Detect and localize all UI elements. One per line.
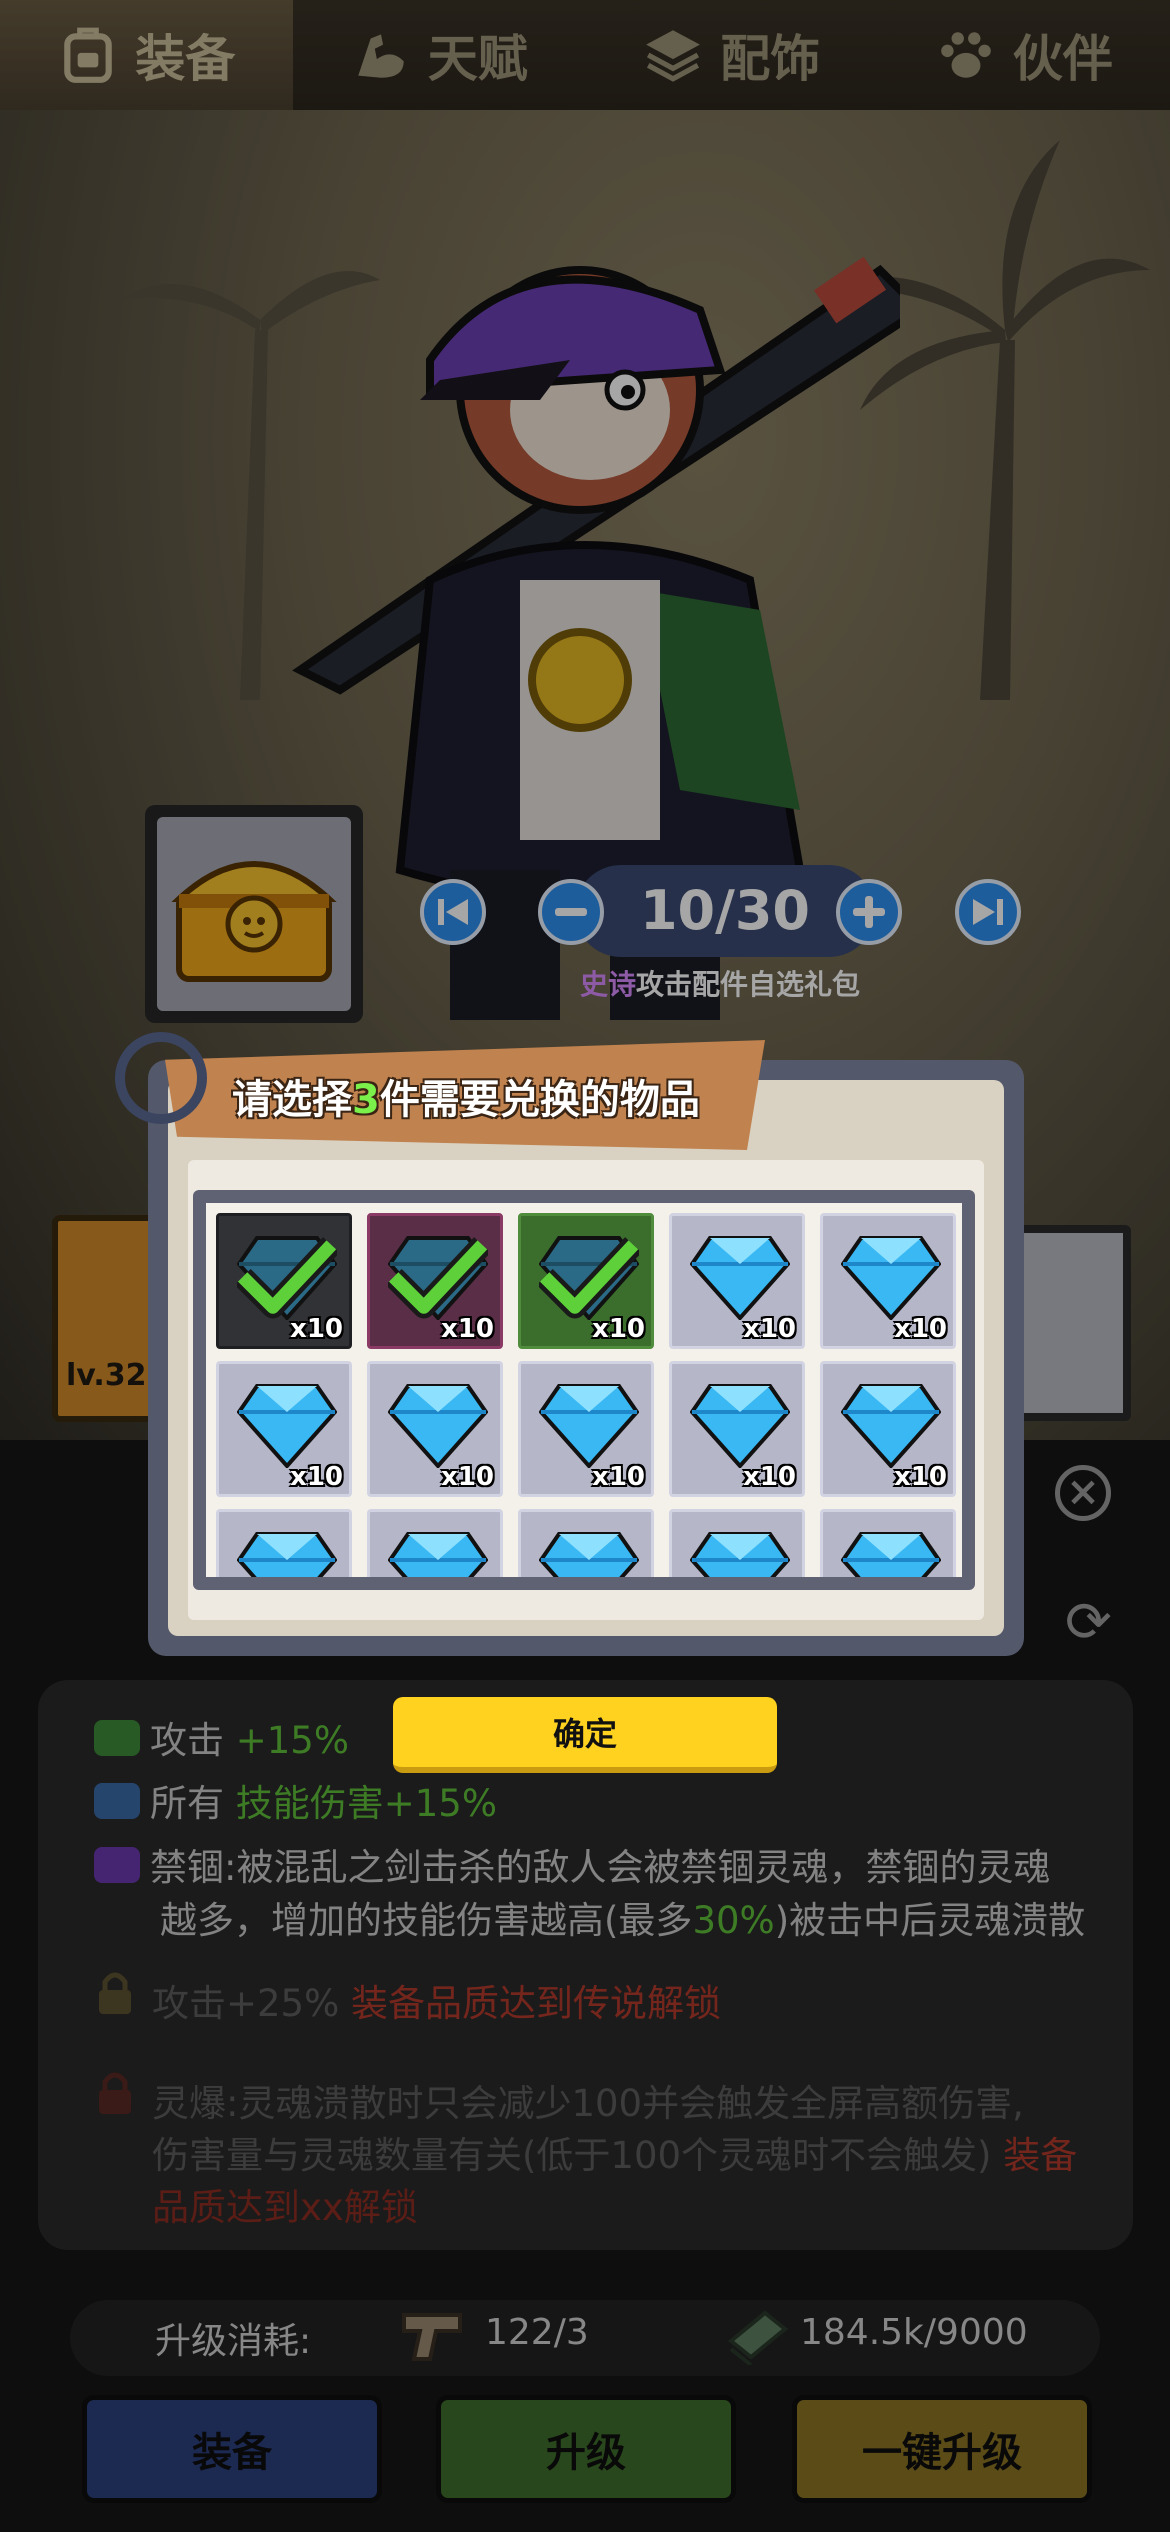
- diamond-gem-icon: [690, 1384, 790, 1468]
- item-quantity: x10: [592, 1314, 645, 1344]
- item-cell[interactable]: [518, 1509, 654, 1577]
- item-cell[interactable]: x10: [216, 1213, 352, 1349]
- checkmark-icon: [539, 1237, 639, 1319]
- popup-ring-decoration: [115, 1032, 207, 1124]
- diamond-gem-icon: [690, 1532, 790, 1577]
- diamond-gem-icon: [690, 1236, 790, 1320]
- diamond-gem-icon: [539, 1384, 639, 1468]
- item-quantity: x10: [290, 1314, 343, 1344]
- item-cell[interactable]: [820, 1509, 956, 1577]
- confirm-button[interactable]: 确定: [393, 1697, 777, 1773]
- item-quantity: x10: [743, 1462, 796, 1492]
- item-cell[interactable]: x10: [518, 1213, 654, 1349]
- item-quantity: x10: [592, 1462, 645, 1492]
- item-quantity: x10: [743, 1314, 796, 1344]
- item-quantity: x10: [290, 1462, 343, 1492]
- diamond-gem-icon: [237, 1532, 337, 1577]
- popup-title-suffix: 件需要兑换的物品: [379, 1077, 700, 1123]
- item-cell[interactable]: [216, 1509, 352, 1577]
- item-cell[interactable]: x10: [820, 1213, 956, 1349]
- diamond-gem-icon: [841, 1236, 941, 1320]
- item-cell[interactable]: x10: [669, 1213, 805, 1349]
- item-quantity: x10: [441, 1314, 494, 1344]
- item-quantity: x10: [894, 1462, 947, 1492]
- diamond-gem-icon: [841, 1532, 941, 1577]
- item-quantity: x10: [894, 1314, 947, 1344]
- item-cell[interactable]: x10: [518, 1361, 654, 1497]
- item-grid[interactable]: x10 x10 x10 x10 x10 x10 x10 x10 x10 x10: [206, 1203, 962, 1577]
- popup-title-count: 3: [352, 1077, 380, 1123]
- diamond-gem-icon: [539, 1532, 639, 1577]
- diamond-gem-icon: [841, 1384, 941, 1468]
- item-cell[interactable]: x10: [367, 1361, 503, 1497]
- item-grid-frame: x10 x10 x10 x10 x10 x10 x10 x10 x10 x10: [193, 1190, 975, 1590]
- item-quantity: x10: [441, 1462, 494, 1492]
- item-cell[interactable]: x10: [669, 1361, 805, 1497]
- item-cell[interactable]: x10: [820, 1361, 956, 1497]
- item-cell[interactable]: x10: [216, 1361, 352, 1497]
- checkmark-icon: [237, 1237, 337, 1319]
- diamond-gem-icon: [237, 1384, 337, 1468]
- item-cell[interactable]: x10: [367, 1213, 503, 1349]
- item-cell[interactable]: [669, 1509, 805, 1577]
- diamond-gem-icon: [388, 1532, 488, 1577]
- popup-title: 请选择3件需要兑换的物品: [232, 1067, 700, 1125]
- item-cell[interactable]: [367, 1509, 503, 1577]
- popup-title-prefix: 请选择: [232, 1077, 352, 1123]
- diamond-gem-icon: [388, 1384, 488, 1468]
- checkmark-icon: [388, 1237, 488, 1319]
